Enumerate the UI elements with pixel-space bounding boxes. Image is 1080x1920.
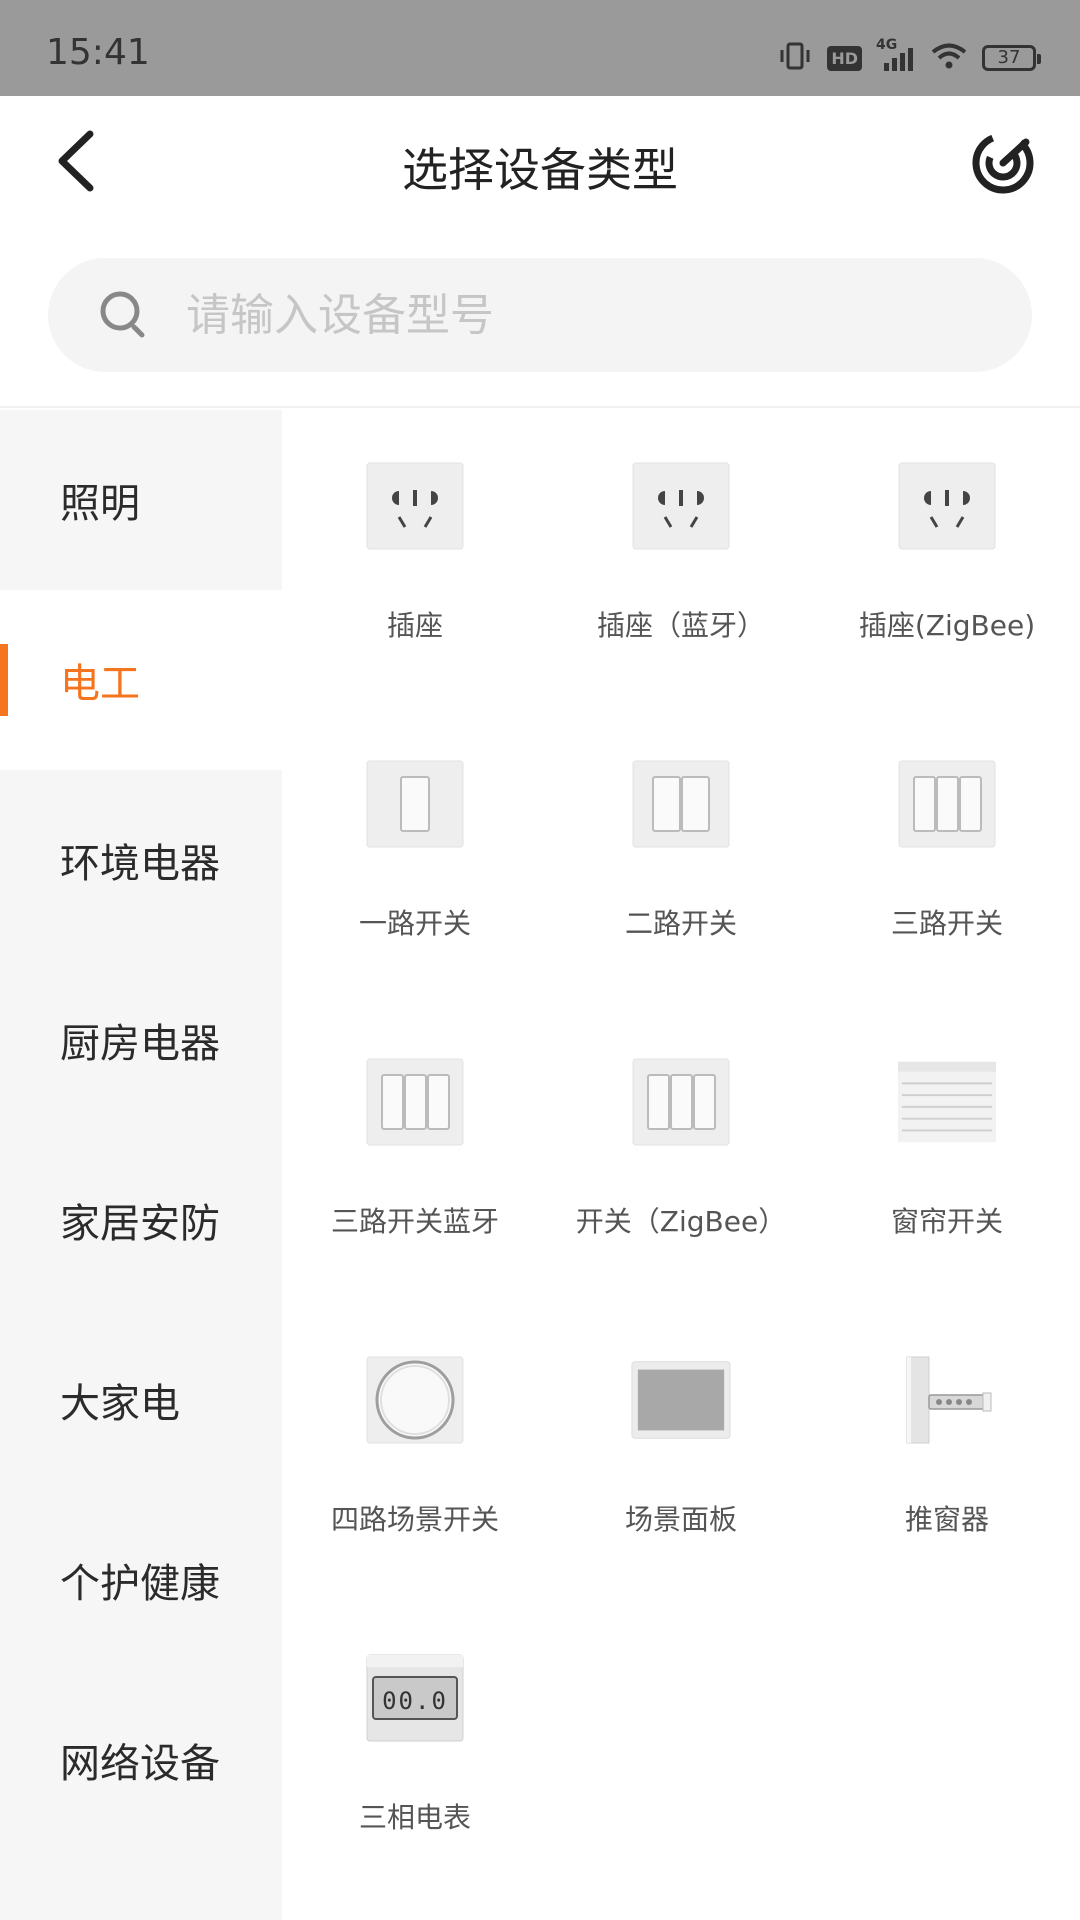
switch-3-gang-icon — [630, 1056, 732, 1148]
device-item-switch-zigbee[interactable]: 开关（ZigBee） — [548, 1006, 814, 1304]
blind-icon — [896, 1056, 998, 1148]
switch-2-gang-icon — [630, 758, 732, 850]
round-knob-icon — [364, 1354, 466, 1446]
meter-icon: 00.0 — [364, 1652, 466, 1744]
signal-icon: 4G — [876, 37, 916, 73]
sidebar-item-environment[interactable]: 环境电器 — [0, 770, 282, 950]
device-item-scene-switch-4[interactable]: 四路场景开关 — [282, 1304, 548, 1602]
category-sidebar: 照明 电工 环境电器 厨房电器 家居安防 大家电 个护健康 网络设备 — [0, 410, 282, 1920]
title-bar: 选择设备类型 — [0, 96, 1080, 234]
device-label: 插座 — [386, 609, 443, 642]
status-icons: HD 4G 37 — [777, 37, 1041, 78]
device-item-socket-zigbee[interactable]: 插座(ZigBee) — [814, 410, 1080, 708]
switch-3-gang-icon — [364, 1056, 466, 1148]
device-label: 窗帘开关 — [890, 1205, 1003, 1238]
sidebar-item-label: 环境电器 — [60, 841, 220, 887]
sidebar-item-kitchen[interactable]: 厨房电器 — [0, 950, 282, 1130]
window-pusher-icon — [896, 1354, 998, 1446]
device-label: 场景面板 — [624, 1503, 737, 1536]
device-label: 三相电表 — [358, 1801, 471, 1834]
device-item-socket[interactable]: 插座 — [282, 410, 548, 708]
device-item-switch-1[interactable]: 一路开关 — [282, 708, 548, 1006]
device-item-switch-3[interactable]: 三路开关 — [814, 708, 1080, 1006]
sidebar-item-label: 网络设备 — [60, 1741, 220, 1787]
sidebar-item-label: 厨房电器 — [60, 1021, 220, 1067]
device-item-curtain-switch[interactable]: 窗帘开关 — [814, 1006, 1080, 1304]
vibrate-icon — [777, 41, 813, 75]
device-item-three-phase-meter[interactable]: 00.0 三相电表 — [282, 1602, 548, 1900]
socket-icon — [630, 460, 732, 552]
sidebar-item-security[interactable]: 家居安防 — [0, 1130, 282, 1310]
device-label: 插座（蓝牙） — [596, 609, 765, 642]
status-time: 15:41 — [46, 32, 150, 73]
wifi-icon — [930, 41, 968, 75]
radar-scan-icon — [972, 132, 1034, 194]
sidebar-item-label: 家居安防 — [60, 1201, 220, 1247]
panel-icon — [630, 1354, 732, 1446]
search-icon — [100, 291, 145, 338]
sidebar-item-label: 照明 — [60, 481, 140, 527]
device-label: 四路场景开关 — [330, 1503, 499, 1536]
sidebar-item-network[interactable]: 网络设备 — [0, 1670, 282, 1850]
device-label: 推窗器 — [904, 1503, 989, 1536]
page-title: 选择设备类型 — [402, 143, 678, 197]
search-section — [0, 234, 1080, 408]
sidebar-item-label: 大家电 — [60, 1381, 180, 1427]
device-label: 插座(ZigBee) — [858, 609, 1036, 642]
device-item-socket-bluetooth[interactable]: 插座（蓝牙） — [548, 410, 814, 708]
switch-1-gang-icon — [364, 758, 466, 850]
device-item-scene-panel[interactable]: 场景面板 — [548, 1304, 814, 1602]
status-bar: 15:41 HD 4G 37 — [0, 0, 1080, 96]
scan-button[interactable] — [970, 130, 1036, 196]
switch-3-gang-icon — [896, 758, 998, 850]
socket-icon — [896, 460, 998, 552]
sidebar-item-electrical[interactable]: 电工 — [0, 590, 282, 770]
search-bar[interactable] — [48, 258, 1032, 372]
device-item-window-pusher[interactable]: 推窗器 — [814, 1304, 1080, 1602]
device-label: 开关（ZigBee） — [575, 1205, 787, 1238]
device-label: 三路开关蓝牙 — [330, 1205, 499, 1238]
device-grid: 插座 插座（蓝牙） 插座(ZigBee) 一路开关 二路开关 三路开关 三路开关… — [282, 410, 1080, 1920]
device-label: 三路开关 — [890, 907, 1003, 940]
sidebar-item-appliances[interactable]: 大家电 — [0, 1310, 282, 1490]
hd-icon: HD — [827, 45, 862, 71]
socket-icon — [364, 460, 466, 552]
sidebar-item-label: 电工 — [60, 661, 140, 707]
sidebar-item-lighting[interactable]: 照明 — [0, 410, 282, 590]
sidebar-item-label: 个护健康 — [60, 1561, 220, 1607]
meter-reading: 00.0 — [382, 1687, 448, 1715]
search-input[interactable] — [186, 289, 946, 341]
device-label: 一路开关 — [358, 907, 471, 940]
device-item-switch-3-bluetooth[interactable]: 三路开关蓝牙 — [282, 1006, 548, 1304]
battery-icon: 37 — [982, 45, 1041, 71]
sidebar-item-personal-care[interactable]: 个护健康 — [0, 1490, 282, 1670]
device-item-switch-2[interactable]: 二路开关 — [548, 708, 814, 1006]
device-label: 二路开关 — [624, 907, 737, 940]
